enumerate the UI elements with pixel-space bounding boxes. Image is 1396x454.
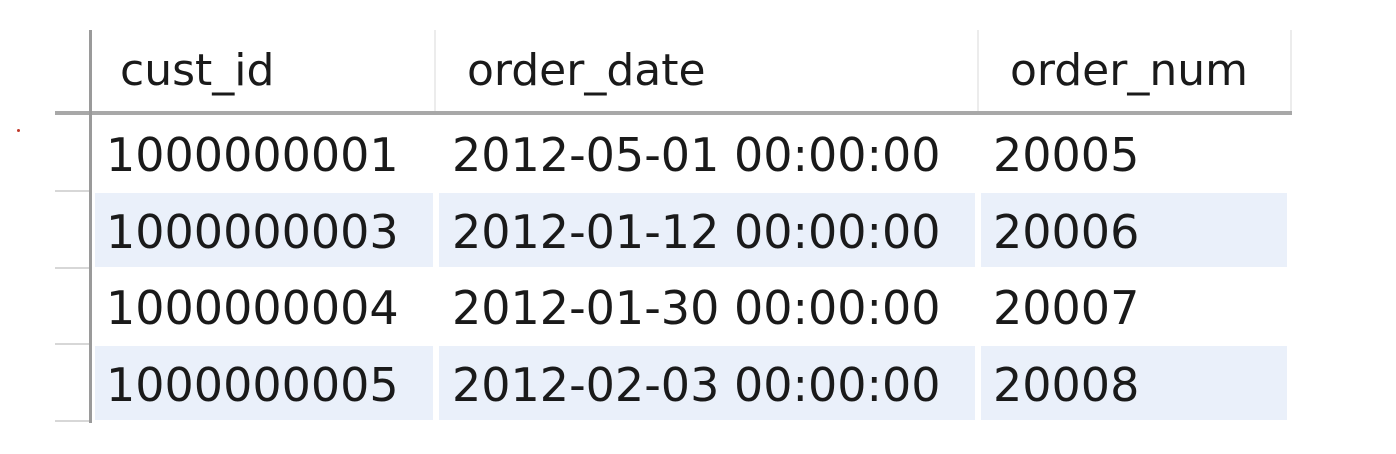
cell-order-num[interactable]: 20005 <box>993 117 1139 193</box>
row-gutter-divider <box>89 30 92 423</box>
column-separator[interactable] <box>1290 30 1292 112</box>
cell-order-date[interactable]: 2012-02-03 00:00:00 <box>452 347 941 423</box>
column-header-order-date[interactable]: order_date <box>467 30 706 112</box>
column-header-cust-id[interactable]: cust_id <box>120 30 274 112</box>
column-header-order-num[interactable]: order_num <box>1010 30 1248 112</box>
cell-cust-id[interactable]: 1000000005 <box>106 347 399 423</box>
column-separator[interactable] <box>977 30 979 112</box>
cell-order-num[interactable]: 20008 <box>993 347 1139 423</box>
cell-order-num[interactable]: 20006 <box>993 194 1139 270</box>
cell-order-date[interactable]: 2012-01-12 00:00:00 <box>452 194 941 270</box>
cell-cust-id[interactable]: 1000000003 <box>106 194 399 270</box>
row-gutter-tick <box>55 343 89 345</box>
cell-order-date[interactable]: 2012-05-01 00:00:00 <box>452 117 941 193</box>
cell-order-num[interactable]: 20007 <box>993 270 1139 346</box>
cell-cust-id[interactable]: 1000000004 <box>106 270 399 346</box>
column-separator[interactable] <box>434 30 436 112</box>
stray-mark <box>17 129 20 132</box>
row-gutter-tick <box>55 267 89 269</box>
cell-cust-id[interactable]: 1000000001 <box>106 117 399 193</box>
header-divider <box>55 111 1292 115</box>
row-gutter-tick <box>55 420 89 422</box>
cell-order-date[interactable]: 2012-01-30 00:00:00 <box>452 270 941 346</box>
row-gutter-tick <box>55 190 89 192</box>
